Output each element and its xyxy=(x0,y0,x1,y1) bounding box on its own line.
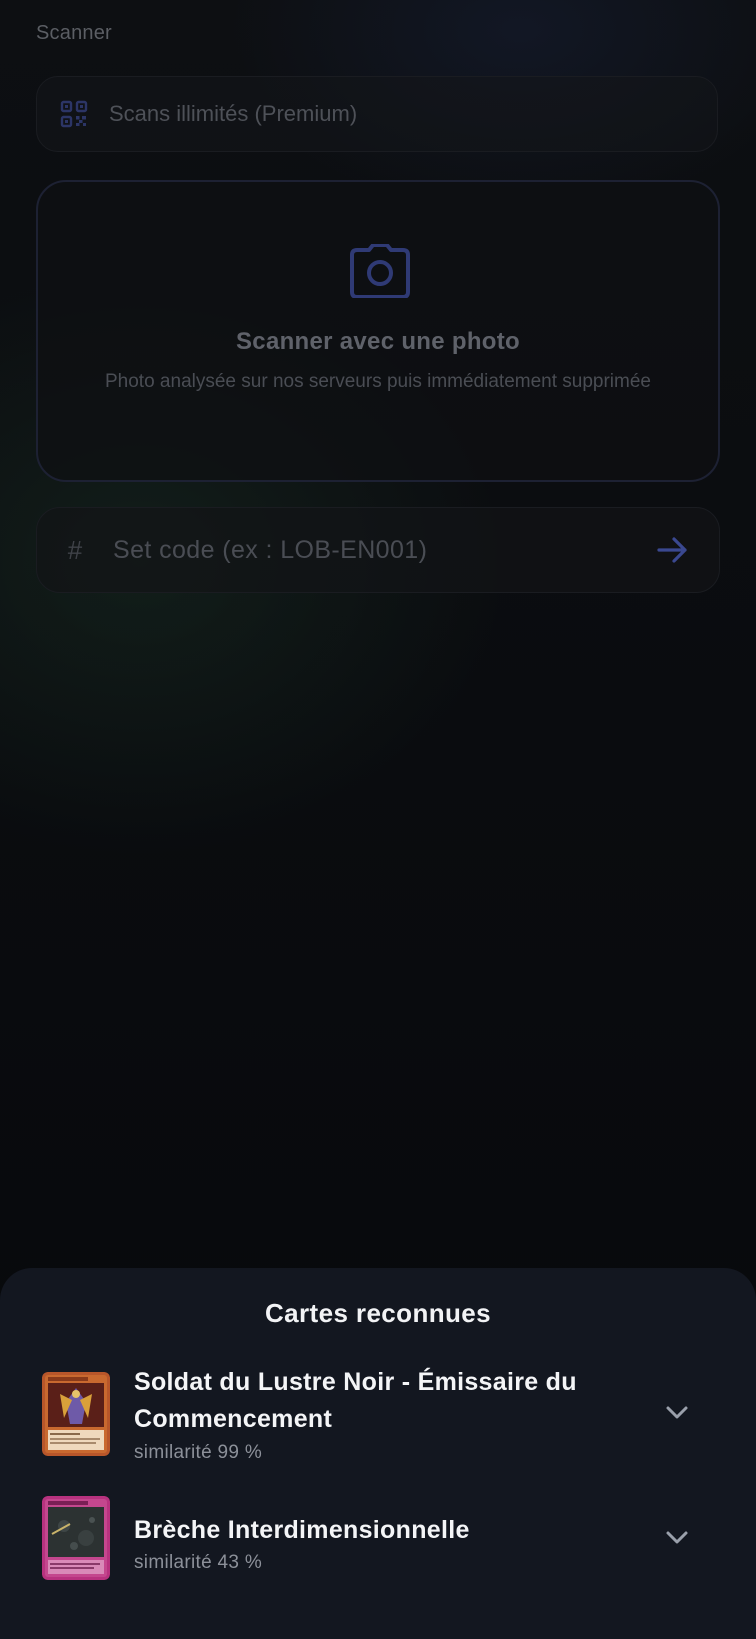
hash-icon: # xyxy=(67,534,83,565)
card-thumbnail xyxy=(42,1372,110,1456)
scan-photo-title: Scanner avec une photo xyxy=(235,328,520,355)
arrow-right-icon[interactable] xyxy=(653,530,693,570)
results-bottom-sheet: Cartes reconnues Soldat du Lustre Noir -… xyxy=(0,1268,756,1639)
result-similarity: similarité 43 % xyxy=(134,1552,263,1573)
scan-photo-subtitle: Photo analysée sur nos serveurs puis imm… xyxy=(105,371,651,392)
result-name: Brèche Interdimensionnelle xyxy=(134,1516,470,1544)
set-code-input[interactable] xyxy=(111,534,653,566)
result-item[interactable]: Soldat du Lustre Noir - Émissaire du Com… xyxy=(42,1368,722,1478)
sheet-title: Cartes reconnues xyxy=(264,1298,492,1328)
result-item[interactable]: Brèche Interdimensionnelle similarité 43… xyxy=(42,1496,722,1586)
scanner-screen: Scanner Scans illimités (Premium) Scanne… xyxy=(0,0,756,1639)
result-similarity: similarité 99 % xyxy=(134,1442,263,1463)
scan-photo-button[interactable]: Scanner avec une photo Photo analysée su… xyxy=(36,180,720,482)
chevron-down-icon[interactable] xyxy=(662,1398,692,1428)
result-name: Soldat du Lustre Noir - Émissaire du Com… xyxy=(134,1368,577,1433)
premium-banner[interactable]: Scans illimités (Premium) xyxy=(36,76,718,152)
qr-scan-icon xyxy=(59,99,89,129)
camera-icon xyxy=(350,243,410,299)
premium-label: Scans illimités (Premium) xyxy=(109,101,358,126)
set-code-field: # xyxy=(36,507,720,593)
chevron-down-icon[interactable] xyxy=(662,1523,692,1553)
card-thumbnail xyxy=(42,1496,110,1580)
page-title: Scanner xyxy=(36,22,112,44)
